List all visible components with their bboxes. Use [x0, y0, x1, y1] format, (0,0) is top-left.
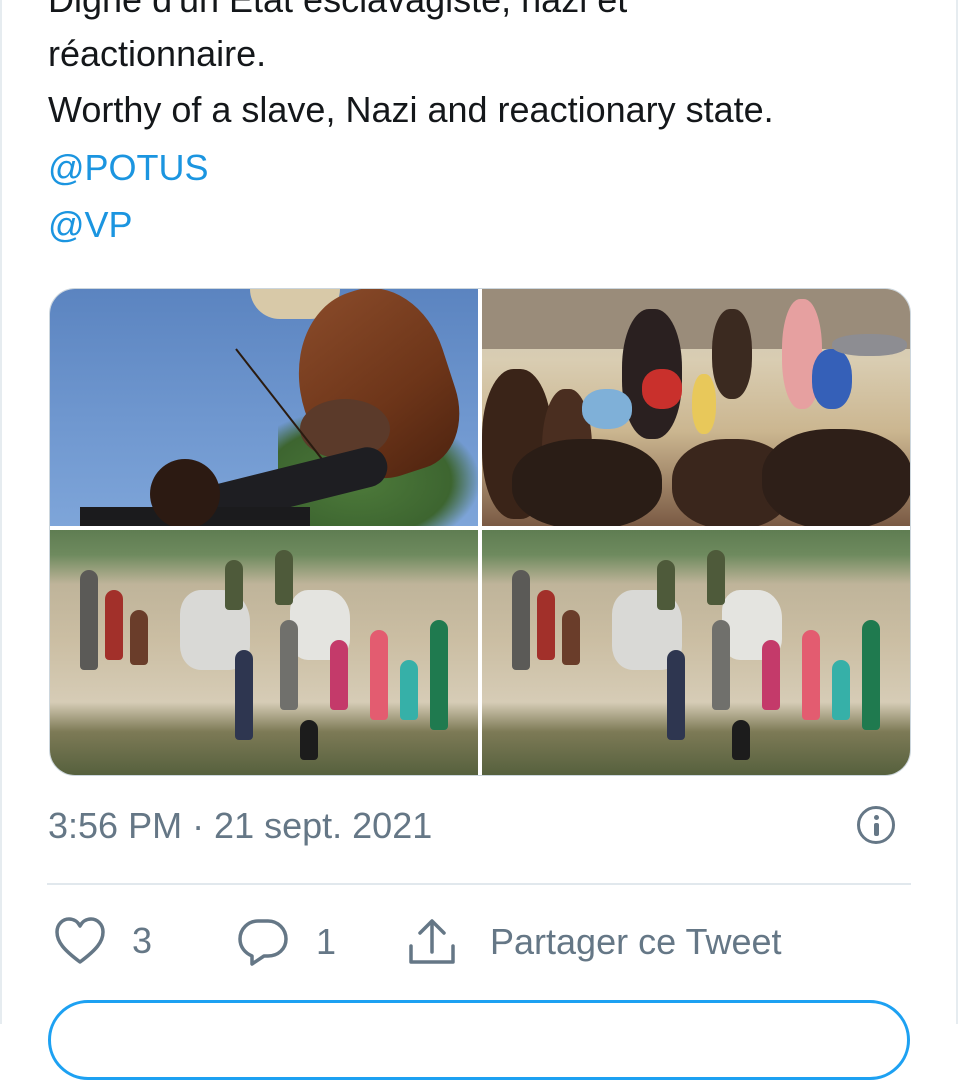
- tweet-text-line-1: Digne d'un Etat esclavagiste, nazi et: [48, 0, 627, 22]
- like-button[interactable]: 3: [54, 916, 152, 966]
- photo-rider-horse[interactable]: [50, 289, 478, 526]
- share-button[interactable]: Partager ce Tweet: [406, 916, 782, 968]
- photo-river-bank-1[interactable]: [50, 530, 478, 775]
- info-icon[interactable]: [857, 806, 895, 844]
- tweet-text-line-3: Worthy of a slave, Nazi and reactionary …: [48, 89, 774, 130]
- reply-bubble-icon: [236, 916, 290, 968]
- like-count: 3: [132, 920, 153, 961]
- tweet-timestamp[interactable]: 3:56 PM · 21 sept. 2021: [48, 805, 432, 847]
- tweet-text-line-2: réactionnaire.: [48, 33, 267, 74]
- bottom-action-button[interactable]: [48, 1000, 910, 1080]
- share-label: Partager ce Tweet: [490, 921, 782, 962]
- heart-icon: [54, 916, 106, 966]
- share-icon: [406, 916, 458, 968]
- frame-border-left: [0, 0, 2, 1024]
- reply-button[interactable]: 1: [236, 916, 336, 968]
- actions-divider: [47, 883, 911, 885]
- tweet-media-grid: [49, 288, 911, 776]
- mention-vp-link[interactable]: @VP: [48, 203, 133, 247]
- photo-crowd[interactable]: [482, 289, 910, 526]
- reply-count: 1: [316, 921, 337, 962]
- mention-potus-link[interactable]: @POTUS: [48, 146, 209, 190]
- photo-river-bank-2[interactable]: [482, 530, 910, 775]
